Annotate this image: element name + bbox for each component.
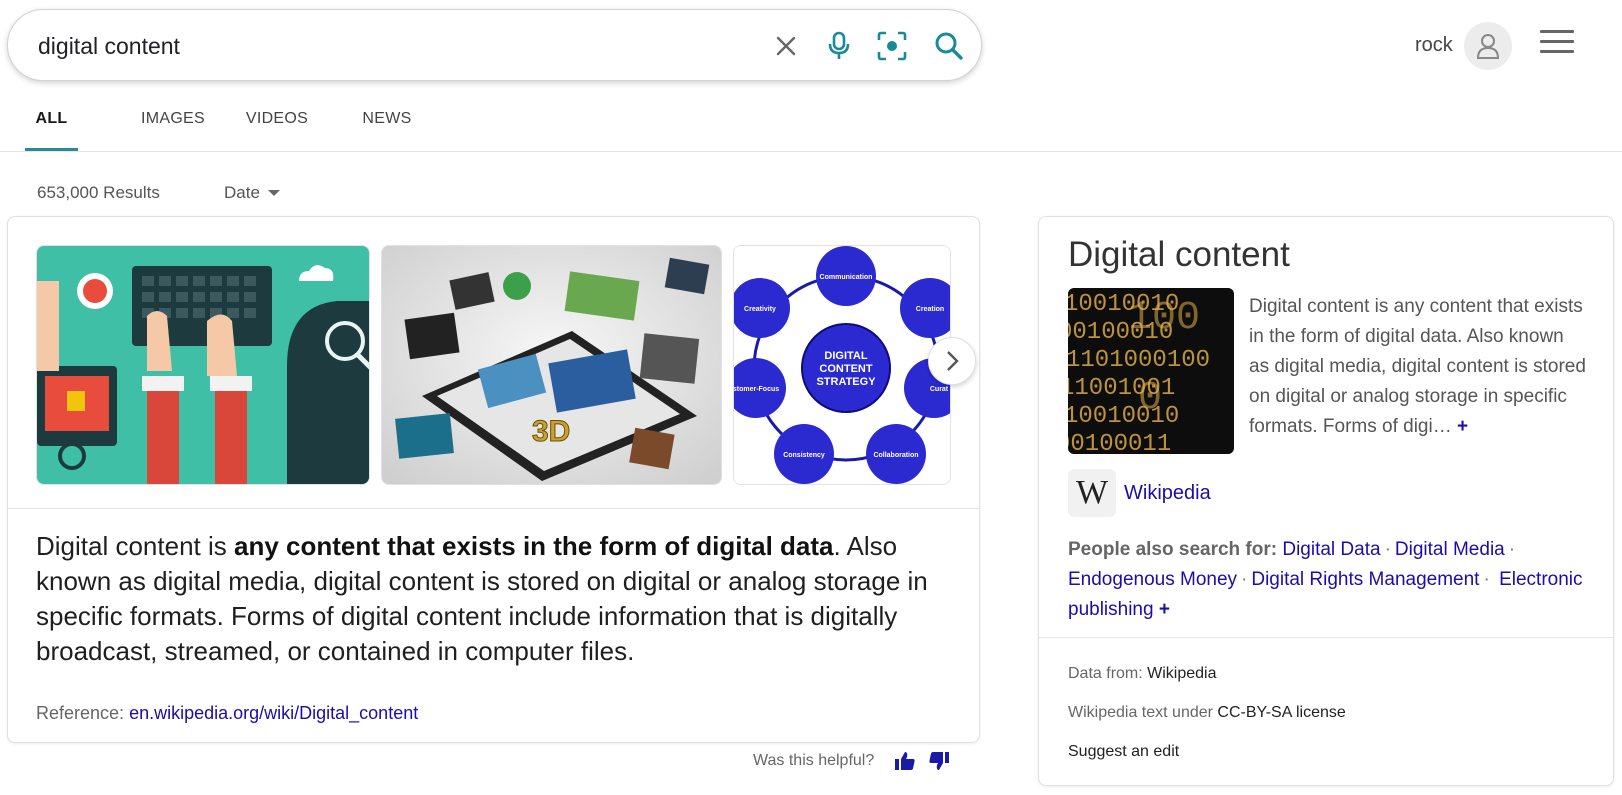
search-input[interactable] xyxy=(38,28,738,64)
results-count: 653,000 Results xyxy=(37,183,160,202)
svg-text:CONTENT: CONTENT xyxy=(819,363,872,375)
tab-images[interactable]: IMAGES xyxy=(126,100,220,152)
tab-divider xyxy=(0,151,1622,152)
search-box xyxy=(7,9,982,81)
reference-link[interactable]: en.wikipedia.org/wiki/Digital_content xyxy=(129,703,418,723)
date-filter-dropdown[interactable]: Date xyxy=(224,183,280,203)
license-label: Wikipedia text under xyxy=(1068,704,1218,721)
svg-text:Creativity: Creativity xyxy=(744,306,776,313)
people-also-search-label: People also search for: xyxy=(1068,539,1278,560)
related-search-link[interactable]: Digital Rights Management xyxy=(1251,569,1479,590)
svg-text:10010010: 10010010 xyxy=(1068,403,1179,430)
caret-down-icon xyxy=(267,190,280,196)
svg-text:Collaboration: Collaboration xyxy=(873,452,918,459)
date-filter-label: Date xyxy=(224,183,260,202)
suggest-edit-link[interactable]: Suggest an edit xyxy=(1068,743,1179,760)
user-icon xyxy=(1476,34,1500,59)
answer-card: 3D DIGITAL CONTENT STRATEGY Communicatio… xyxy=(7,216,980,743)
wikipedia-logo-icon: W xyxy=(1068,469,1116,517)
result-image-1[interactable] xyxy=(36,245,370,485)
carousel-next-button[interactable] xyxy=(928,337,976,385)
kp-divider xyxy=(1039,637,1613,638)
kp-more-button[interactable]: + xyxy=(1457,416,1468,437)
hamburger-menu-icon[interactable] xyxy=(1540,30,1574,60)
avatar[interactable] xyxy=(1464,22,1512,70)
user-name[interactable]: rock xyxy=(1415,34,1453,57)
kp-source-link[interactable]: Wikipedia xyxy=(1124,482,1211,505)
answer-snippet: Digital content is any content that exis… xyxy=(36,529,956,669)
card-divider xyxy=(8,508,979,509)
related-search-link[interactable]: Endogenous Money xyxy=(1068,569,1237,590)
tab-videos[interactable]: VIDEOS xyxy=(245,100,309,152)
svg-text:100: 100 xyxy=(1128,296,1200,341)
tab-all[interactable]: ALL xyxy=(25,100,78,152)
kp-image[interactable]: 10010010 00100010 1101000100 11001001 10… xyxy=(1068,288,1234,454)
svg-text:STRATEGY: STRATEGY xyxy=(816,376,876,388)
related-search-link[interactable]: Digital Data xyxy=(1282,539,1380,560)
svg-text:00100011: 00100011 xyxy=(1068,431,1171,454)
svg-text:DIGITAL: DIGITAL xyxy=(824,350,867,362)
related-search-link[interactable]: Digital Media xyxy=(1395,539,1505,560)
people-also-search: People also search for: Digital Data · Dig… xyxy=(1068,539,1583,620)
svg-text:Curat: Curat xyxy=(930,386,949,393)
reference-label: Reference: xyxy=(36,703,130,723)
tab-news[interactable]: NEWS xyxy=(362,100,412,152)
search-icon[interactable] xyxy=(931,28,967,64)
kp-title: Digital content xyxy=(1068,235,1290,274)
svg-text:Creation: Creation xyxy=(916,306,944,313)
snippet-text-start: Digital content is xyxy=(36,531,234,561)
suggest-edit-line: Suggest an edit xyxy=(1068,743,1179,761)
data-from-label: Data from: xyxy=(1068,665,1148,682)
knowledge-panel: Digital content 10010010 00100010 110100… xyxy=(1038,216,1614,786)
more-searches-button[interactable]: + xyxy=(1159,599,1170,620)
microphone-icon[interactable] xyxy=(821,28,857,64)
data-source-line: Data from: Wikipedia xyxy=(1068,665,1217,683)
clear-icon[interactable] xyxy=(768,28,804,64)
svg-text:1101000100: 1101000100 xyxy=(1068,347,1210,374)
thumbs-down-icon[interactable] xyxy=(928,750,952,774)
helpful-prompt: Was this helpful? xyxy=(753,752,875,769)
result-image-2[interactable]: 3D xyxy=(381,245,722,485)
reference: Reference: en.wikipedia.org/wiki/Digital… xyxy=(36,703,418,724)
kp-description-text: Digital content is any content that exis… xyxy=(1249,296,1586,437)
thumbs-up-icon[interactable] xyxy=(894,750,918,774)
snippet-highlight: any content that exists in the form of d… xyxy=(233,531,834,561)
kp-description: Digital content is any content that exis… xyxy=(1249,292,1589,442)
chevron-right-icon xyxy=(947,351,959,371)
visual-search-icon[interactable] xyxy=(874,28,910,64)
svg-text:Communication: Communication xyxy=(820,274,873,281)
svg-text:0: 0 xyxy=(1138,376,1162,421)
result-image-3[interactable]: DIGITAL CONTENT STRATEGY Communication C… xyxy=(733,245,951,485)
data-from-link[interactable]: Wikipedia xyxy=(1147,665,1216,682)
license-link[interactable]: CC-BY-SA license xyxy=(1217,704,1345,721)
svg-text:Consistency: Consistency xyxy=(783,452,825,459)
license-line: Wikipedia text under CC-BY-SA license xyxy=(1068,704,1346,722)
svg-text:stomer-Focus: stomer-Focus xyxy=(734,386,779,393)
image-3d-badge: 3D xyxy=(532,415,570,448)
